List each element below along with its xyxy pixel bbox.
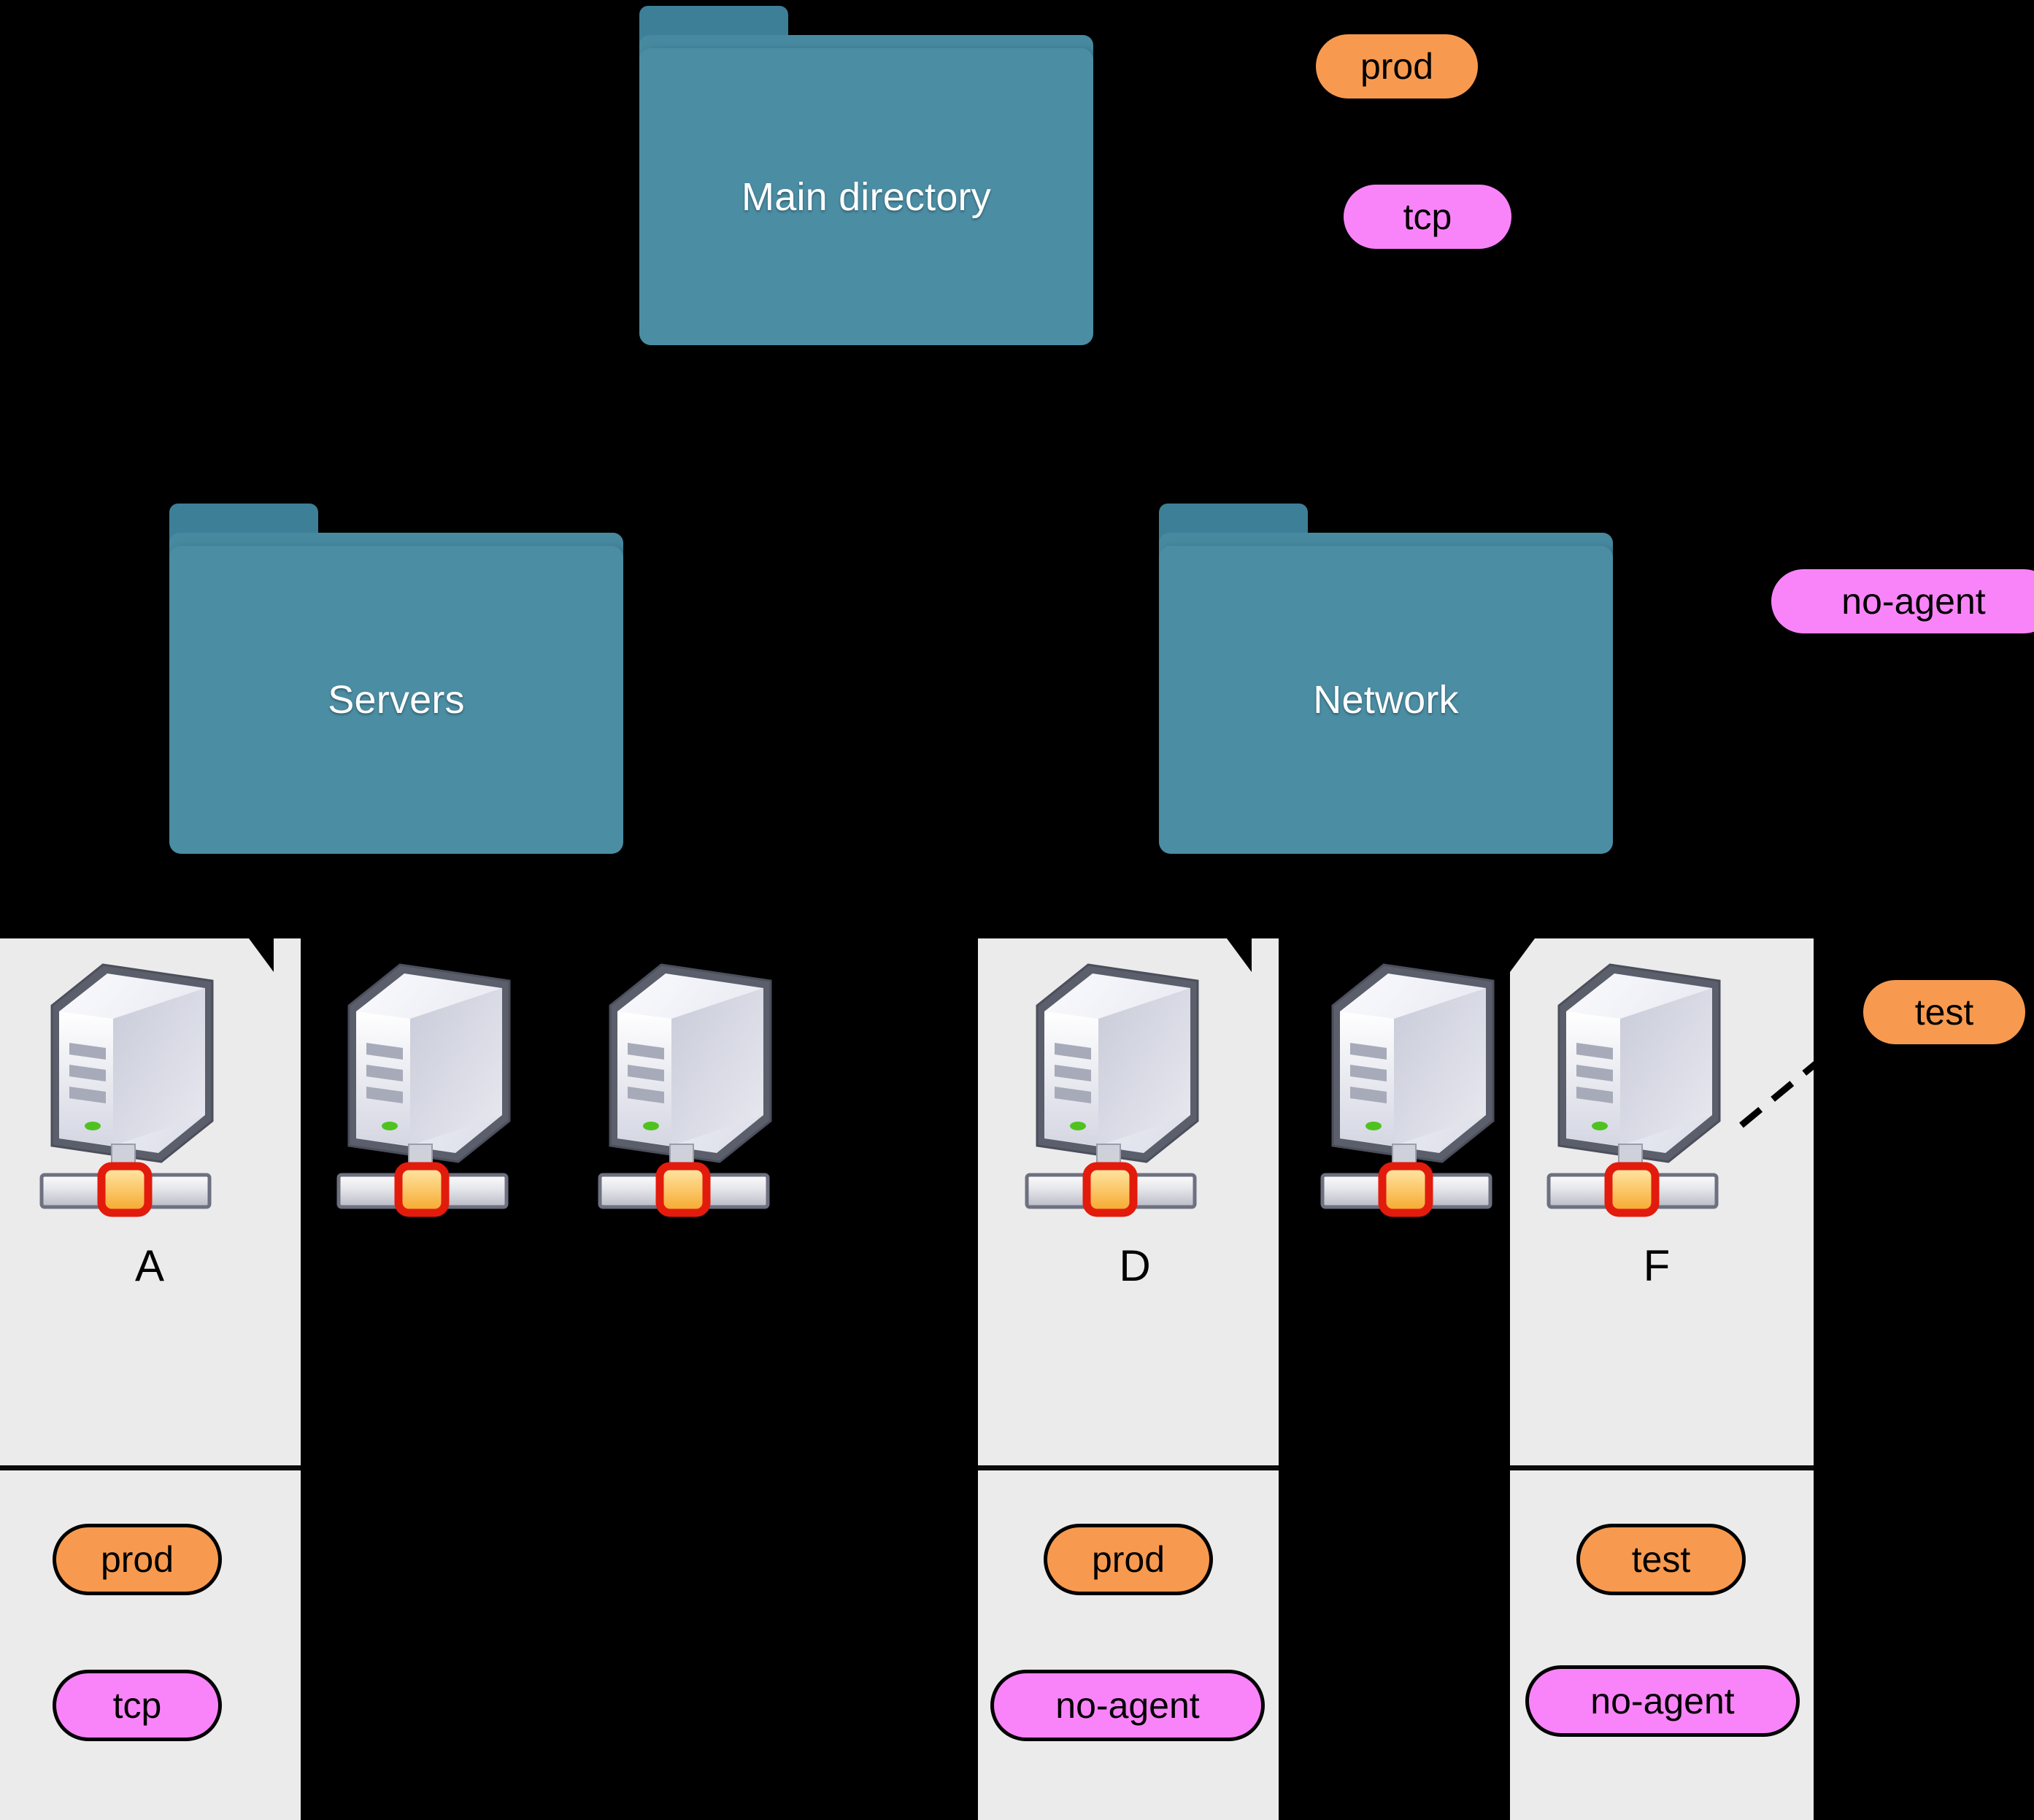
tag-f-test[interactable]: test [1576,1524,1746,1595]
server-c[interactable] [591,949,825,1241]
orange-network-port-icon [655,1162,711,1217]
tag-label: test [1914,992,1974,1033]
orange-network-port-icon [1082,1162,1138,1217]
server-network-icon [598,963,772,1217]
green-status-led-icon [1592,1122,1608,1130]
tag-d-no-agent[interactable]: no-agent [990,1670,1265,1741]
folder-network[interactable]: Network [1159,504,1613,854]
green-status-led-icon [643,1122,659,1130]
tag-f-test-floating[interactable]: test [1860,976,2029,1048]
folder-label-servers: Servers [328,678,465,722]
folder-label-main-directory: Main directory [741,174,991,219]
green-status-led-icon [382,1122,398,1130]
tag-d-prod[interactable]: prod [1044,1524,1213,1595]
server-network-icon [1320,963,1495,1217]
server-label-d: D [1119,1241,1151,1290]
tag-label: no-agent [1841,581,1986,622]
tag-label: test [1631,1539,1691,1580]
orange-network-port-icon [394,1162,450,1217]
folder-body: Network [1159,546,1613,854]
folder-body: Main directory [639,48,1093,345]
tag-a-tcp[interactable]: tcp [53,1670,222,1741]
tag-label: no-agent [1590,1681,1735,1721]
tag-label: tcp [112,1685,162,1726]
tag-a-prod[interactable]: prod [53,1524,222,1595]
orange-network-port-icon [1604,1162,1660,1217]
folder-servers[interactable]: Servers [169,504,623,854]
panel-divider-f [1510,1465,1814,1470]
server-network-icon [336,963,511,1217]
tag-label: prod [100,1539,174,1580]
server-a[interactable]: A [33,949,266,1299]
tag-label: prod [1091,1539,1166,1580]
tag-label: prod [1360,46,1434,87]
server-b[interactable] [330,949,563,1241]
dashed-line [1739,1045,1837,1128]
panel-divider-a [0,1465,301,1470]
green-status-led-icon [85,1122,101,1130]
folder-label-network: Network [1313,678,1459,722]
server-d[interactable]: D [1018,949,1252,1299]
connector-f-to-test [1739,1045,1837,1128]
server-network-icon [39,963,214,1217]
diagram-canvas: Main directory Servers Network A D F pro… [0,0,2034,1820]
server-label-f: F [1643,1241,1671,1290]
orange-network-port-icon [97,1162,153,1217]
folder-body: Servers [169,546,623,854]
tag-f-no-agent[interactable]: no-agent [1525,1665,1800,1737]
folder-main-directory[interactable]: Main directory [639,6,1093,345]
green-status-led-icon [1365,1122,1382,1130]
server-network-icon [1025,963,1199,1217]
tag-root-prod[interactable]: prod [1312,31,1482,102]
tag-network-no-agent[interactable]: no-agent [1768,566,2034,637]
panel-divider-d [978,1465,1279,1470]
server-label-a: A [134,1241,165,1290]
tag-label: no-agent [1055,1685,1200,1726]
tag-label: tcp [1403,196,1452,237]
tag-root-tcp[interactable]: tcp [1340,181,1515,252]
server-e[interactable] [1314,949,1547,1241]
orange-network-port-icon [1378,1162,1433,1217]
green-status-led-icon [1070,1122,1086,1130]
